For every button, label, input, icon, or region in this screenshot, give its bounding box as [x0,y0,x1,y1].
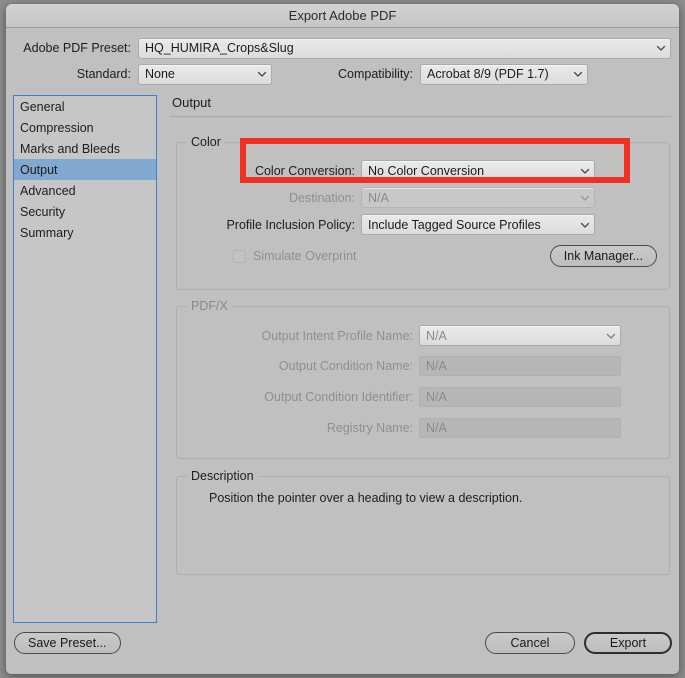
output-condition-identifier-field: N/A [419,387,621,407]
color-conversion-row: Color Conversion: No Color Conversion [177,160,669,181]
chevron-down-icon [580,166,590,174]
chevron-down-icon [257,69,267,77]
output-condition-name-field: N/A [419,356,621,376]
output-condition-identifier-value: N/A [426,390,447,404]
color-conversion-label: Color Conversion: [254,163,355,178]
pane-title: Output [172,95,212,110]
color-conversion-dropdown[interactable]: No Color Conversion [361,160,595,181]
sidebar-item-advanced[interactable]: Advanced [14,180,156,201]
color-group: Color Color Conversion: No Color Convers… [176,135,670,290]
output-intent-profile-dropdown: N/A [419,325,621,346]
output-condition-name-value: N/A [426,359,447,373]
description-group-title: Description [187,469,258,483]
destination-row: Destination: N/A [177,187,669,208]
registry-name-row: Registry Name: N/A [177,418,669,438]
output-intent-profile-label: Output Intent Profile Name: [261,328,413,343]
cancel-button[interactable]: Cancel [485,632,575,654]
profile-inclusion-policy-value: Include Tagged Source Profiles [368,217,541,232]
profile-inclusion-policy-row: Profile Inclusion Policy: Include Tagged… [177,214,669,235]
sidebar-item-label: Summary [20,225,74,240]
output-condition-name-row: Output Condition Name: N/A [177,356,669,376]
sidebar-item-label: Security [20,204,66,219]
chevron-down-icon [573,69,583,77]
chevron-down-icon [580,220,590,228]
sidebar-item-label: Advanced [20,183,76,198]
output-condition-identifier-row: Output Condition Identifier: N/A [177,387,669,407]
sidebar-item-compression[interactable]: Compression [14,117,156,138]
sidebar-item-label: Output [20,162,58,177]
sidebar-item-label: Compression [20,120,94,135]
chevron-down-icon [606,331,616,339]
standard-compatibility-row: Standard: None Compatibility: Acrobat 8/… [14,63,671,85]
profile-inclusion-policy-dropdown[interactable]: Include Tagged Source Profiles [361,214,595,235]
output-condition-name-label: Output Condition Name: [278,359,413,373]
chevron-down-icon [656,43,666,51]
simulate-overprint-checkbox [233,249,246,263]
standard-label: Standard: [76,67,131,81]
compatibility-dropdown[interactable]: Acrobat 8/9 (PDF 1.7) [420,63,589,85]
output-intent-profile-value: N/A [426,328,447,343]
description-text: Position the pointer over a heading to v… [209,491,523,505]
registry-name-label: Registry Name: [326,421,413,435]
sidebar-item-security[interactable]: Security [14,201,156,222]
destination-dropdown: N/A [361,187,595,208]
dialog-titlebar: Export Adobe PDF [6,4,679,28]
output-pane: Output Color Color Conversion: No Color … [170,95,671,623]
preset-row: Adobe PDF Preset: HQ_HUMIRA_Crops&Slug [14,37,671,59]
standard-dropdown[interactable]: None [138,63,272,85]
preset-value: HQ_HUMIRA_Crops&Slug [145,41,294,55]
export-adobe-pdf-dialog: Export Adobe PDF Adobe PDF Preset: HQ_HU… [6,4,679,674]
compatibility-label: Compatibility: [338,67,414,81]
pdfx-group-title: PDF/X [187,299,232,313]
save-preset-button[interactable]: Save Preset... [14,632,121,654]
sidebar-item-label: General [20,99,65,114]
settings-category-list[interactable]: General Compression Marks and Bleeds Out… [13,95,157,623]
compatibility-value: Acrobat 8/9 (PDF 1.7) [427,67,549,81]
sidebar-item-summary[interactable]: Summary [14,222,156,243]
description-group: Description Position the pointer over a … [176,469,670,575]
destination-label: Destination: [288,190,355,205]
sidebar-item-general[interactable]: General [14,96,156,117]
destination-value: N/A [368,190,389,205]
pdfx-group: PDF/X Output Intent Profile Name: N/A Ou… [176,299,670,459]
registry-name-value: N/A [426,421,447,435]
pane-divider [170,116,671,117]
chevron-down-icon [580,193,590,201]
output-condition-identifier-label: Output Condition Identifier: [264,390,413,404]
standard-value: None [145,67,175,81]
preset-label: Adobe PDF Preset: [23,41,131,55]
sidebar-item-output[interactable]: Output [14,159,156,180]
sidebar-item-marks-and-bleeds[interactable]: Marks and Bleeds [14,138,156,159]
sidebar-item-label: Marks and Bleeds [20,141,121,156]
output-intent-profile-row: Output Intent Profile Name: N/A [177,325,669,346]
color-conversion-value: No Color Conversion [368,163,485,178]
ink-manager-button[interactable]: Ink Manager... [549,245,657,267]
dialog-title: Export Adobe PDF [288,8,397,23]
export-button[interactable]: Export [584,632,672,654]
color-group-title: Color [187,135,225,149]
profile-inclusion-policy-label: Profile Inclusion Policy: [226,217,355,232]
preset-dropdown[interactable]: HQ_HUMIRA_Crops&Slug [138,37,671,59]
simulate-overprint-label: Simulate Overprint [253,249,357,263]
registry-name-field: N/A [419,418,621,438]
